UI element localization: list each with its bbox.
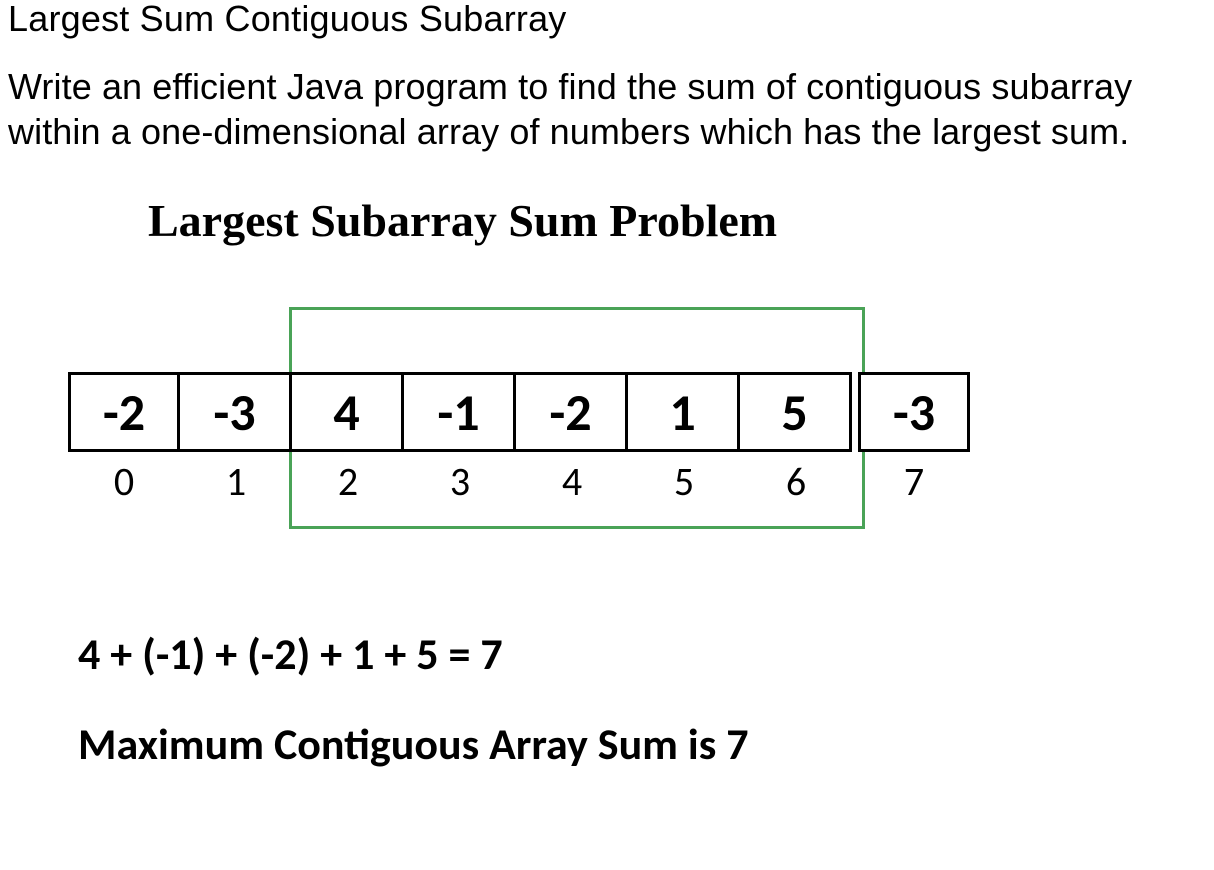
index-label: 5: [628, 457, 740, 506]
index-row: 0 1 2 3 4 5 6 7: [68, 457, 970, 506]
array-cell: 5: [740, 372, 852, 452]
figure-heading: Largest Subarray Sum Problem: [148, 194, 1146, 247]
array-row: -2 -3 4 -1 -2 1 5 -3: [68, 372, 970, 452]
sum-equation: 4 + (-1) + (-2) + 1 + 5 = 7: [78, 627, 1146, 681]
index-label: 1: [180, 457, 292, 506]
page-title: Largest Sum Contiguous Subarray: [8, 0, 1206, 40]
array-cell: -2: [516, 372, 628, 452]
array-cell: 4: [292, 372, 404, 452]
index-label: 7: [858, 457, 970, 506]
index-label: 0: [68, 457, 180, 506]
figure: Largest Subarray Sum Problem -2 -3 4 -1 …: [68, 194, 1146, 771]
index-label: 3: [404, 457, 516, 506]
document-page: Largest Sum Contiguous Subarray Write an…: [0, 0, 1214, 771]
index-label: 4: [516, 457, 628, 506]
index-label: 6: [740, 457, 852, 506]
array-cell: -1: [404, 372, 516, 452]
array-diagram: -2 -3 4 -1 -2 1 5 -3 0 1 2 3 4 5 6 7: [68, 307, 1146, 547]
index-label: 2: [292, 457, 404, 506]
array-cell: -2: [68, 372, 180, 452]
array-cell: -3: [858, 372, 970, 452]
array-cell: -3: [180, 372, 292, 452]
problem-prompt: Write an efficient Java program to find …: [8, 64, 1206, 154]
array-cell: 1: [628, 372, 740, 452]
result-text: Maximum Contiguous Array Sum is 7: [78, 717, 1146, 771]
